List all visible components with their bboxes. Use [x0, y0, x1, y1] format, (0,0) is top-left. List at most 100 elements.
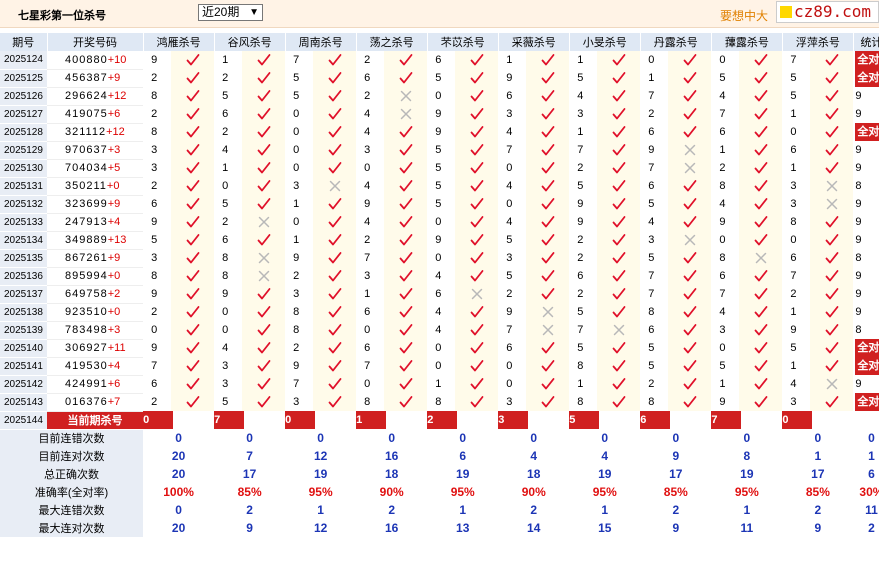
- kill-number: 8: [222, 270, 229, 282]
- column-header[interactable]: 统计: [853, 33, 879, 51]
- kill-number: 2: [222, 126, 229, 138]
- result-mark: [526, 51, 570, 69]
- result-mark: [526, 123, 570, 141]
- column-header[interactable]: 丹露杀号: [640, 33, 712, 51]
- table-row: 2025126 296624+12 8 5 5 2 0 6 4 7 4 5 9: [0, 87, 879, 106]
- kill-number: 7: [719, 288, 726, 300]
- kill-number-table: 期号 开奖号码 鸿雁杀号 谷风杀号 周南杀号 荡之杀号 芣苡杀号 采薇杀号 小旻杀号 丹露杀号 蘀露…: [0, 33, 879, 537]
- cross-icon: [684, 234, 696, 246]
- column-header[interactable]: 期号: [0, 33, 48, 51]
- summary-label: 目前连对次数: [0, 447, 144, 465]
- kill-number: 5: [151, 234, 158, 246]
- summary-value: 95%: [308, 485, 333, 499]
- total-cell: 全对: [853, 123, 879, 141]
- check-icon: [683, 216, 697, 228]
- column-header[interactable]: 周南杀号: [285, 33, 357, 51]
- kill-number: 4: [364, 216, 371, 228]
- result-mark: [242, 123, 286, 141]
- result-mark: [242, 69, 286, 87]
- kill-number: 6: [506, 90, 513, 102]
- summary-value: 90%: [379, 485, 404, 499]
- check-icon: [328, 126, 342, 138]
- result-mark: [384, 87, 428, 105]
- draw-digits: 867261: [65, 252, 108, 264]
- check-icon: [825, 162, 839, 174]
- total-cell: 9: [855, 306, 862, 318]
- check-icon: [612, 396, 626, 408]
- table-row: 2025128 321112+12 8 2 0 4 9 4 1 6 6 0 全对: [0, 123, 879, 142]
- column-header[interactable]: 蘀露杀号: [711, 33, 783, 51]
- promo-text[interactable]: 要想中大: [720, 7, 768, 24]
- kill-number: 3: [364, 144, 371, 156]
- cross-icon: [826, 378, 838, 390]
- summary-value: 0: [175, 503, 182, 517]
- check-icon: [754, 144, 768, 156]
- kill-number: 0: [435, 90, 442, 102]
- kill-number: 3: [577, 108, 584, 120]
- check-icon: [683, 72, 697, 84]
- site-logo[interactable]: cz89.com: [776, 1, 879, 23]
- column-header[interactable]: 开奖号码: [47, 33, 144, 51]
- summary-value: 0: [459, 431, 467, 445]
- summary-value: 20: [171, 449, 186, 463]
- column-header[interactable]: 芣苡杀号: [427, 33, 499, 51]
- current-kill-badge: 2: [427, 411, 458, 429]
- current-kill-cell: 5: [569, 411, 640, 429]
- result-mark: [313, 303, 357, 321]
- kill-number: 3: [648, 234, 655, 246]
- summary-value: 0: [672, 431, 680, 445]
- result-mark: [171, 321, 215, 339]
- result-mark: [313, 195, 357, 213]
- kill-number: 2: [719, 162, 726, 174]
- summary-value: 9: [246, 521, 253, 535]
- column-header[interactable]: 鸿雁杀号: [143, 33, 215, 51]
- draw-sum: +9: [107, 198, 121, 210]
- kill-number: 8: [719, 252, 726, 264]
- check-icon: [399, 288, 413, 300]
- column-header[interactable]: 荡之杀号: [356, 33, 428, 51]
- result-mark: [313, 69, 357, 87]
- check-icon: [754, 306, 768, 318]
- check-icon: [612, 126, 626, 138]
- result-mark: [668, 357, 712, 375]
- draw-digits: 247913: [65, 216, 108, 228]
- check-icon: [257, 324, 271, 336]
- result-mark: [455, 321, 499, 339]
- result-mark: [384, 51, 428, 69]
- result-mark: [455, 303, 499, 321]
- column-header[interactable]: 浮萍杀号: [782, 33, 854, 51]
- column-header[interactable]: 小旻杀号: [569, 33, 641, 51]
- check-icon: [328, 288, 342, 300]
- check-icon: [257, 126, 271, 138]
- result-mark: [739, 357, 783, 375]
- total-cell: 8: [855, 324, 862, 336]
- current-kill-cell: 7: [711, 411, 782, 429]
- column-header[interactable]: 谷风杀号: [214, 33, 286, 51]
- kill-number: 6: [719, 270, 726, 282]
- summary-value: 2: [868, 521, 875, 535]
- kill-number: 1: [790, 306, 797, 318]
- current-kill-cell: 6: [640, 411, 711, 429]
- summary-row: 最大连错次数 0 2 1 2 1 2 1 2 1 2 11: [0, 501, 879, 519]
- period-cell: 2025125: [0, 69, 48, 88]
- kill-number: 4: [506, 180, 513, 192]
- kill-number: 0: [719, 54, 726, 66]
- result-mark: [526, 105, 570, 123]
- result-mark: [242, 213, 286, 231]
- summary-value: 11: [740, 521, 754, 535]
- column-header[interactable]: 采薇杀号: [498, 33, 570, 51]
- result-mark: [526, 195, 570, 213]
- check-icon: [541, 216, 555, 228]
- summary-value: 8: [743, 449, 751, 463]
- result-mark: [597, 159, 641, 177]
- result-mark: [242, 249, 286, 267]
- check-icon: [328, 396, 342, 408]
- cross-icon: [258, 216, 269, 228]
- result-mark: [526, 267, 570, 285]
- check-icon: [257, 162, 271, 174]
- check-icon: [541, 126, 555, 138]
- period-cell: 2025127: [0, 105, 48, 124]
- kill-number: 2: [364, 54, 371, 66]
- period-range-select[interactable]: 近20期 ▼: [198, 4, 263, 21]
- result-mark: [739, 375, 783, 393]
